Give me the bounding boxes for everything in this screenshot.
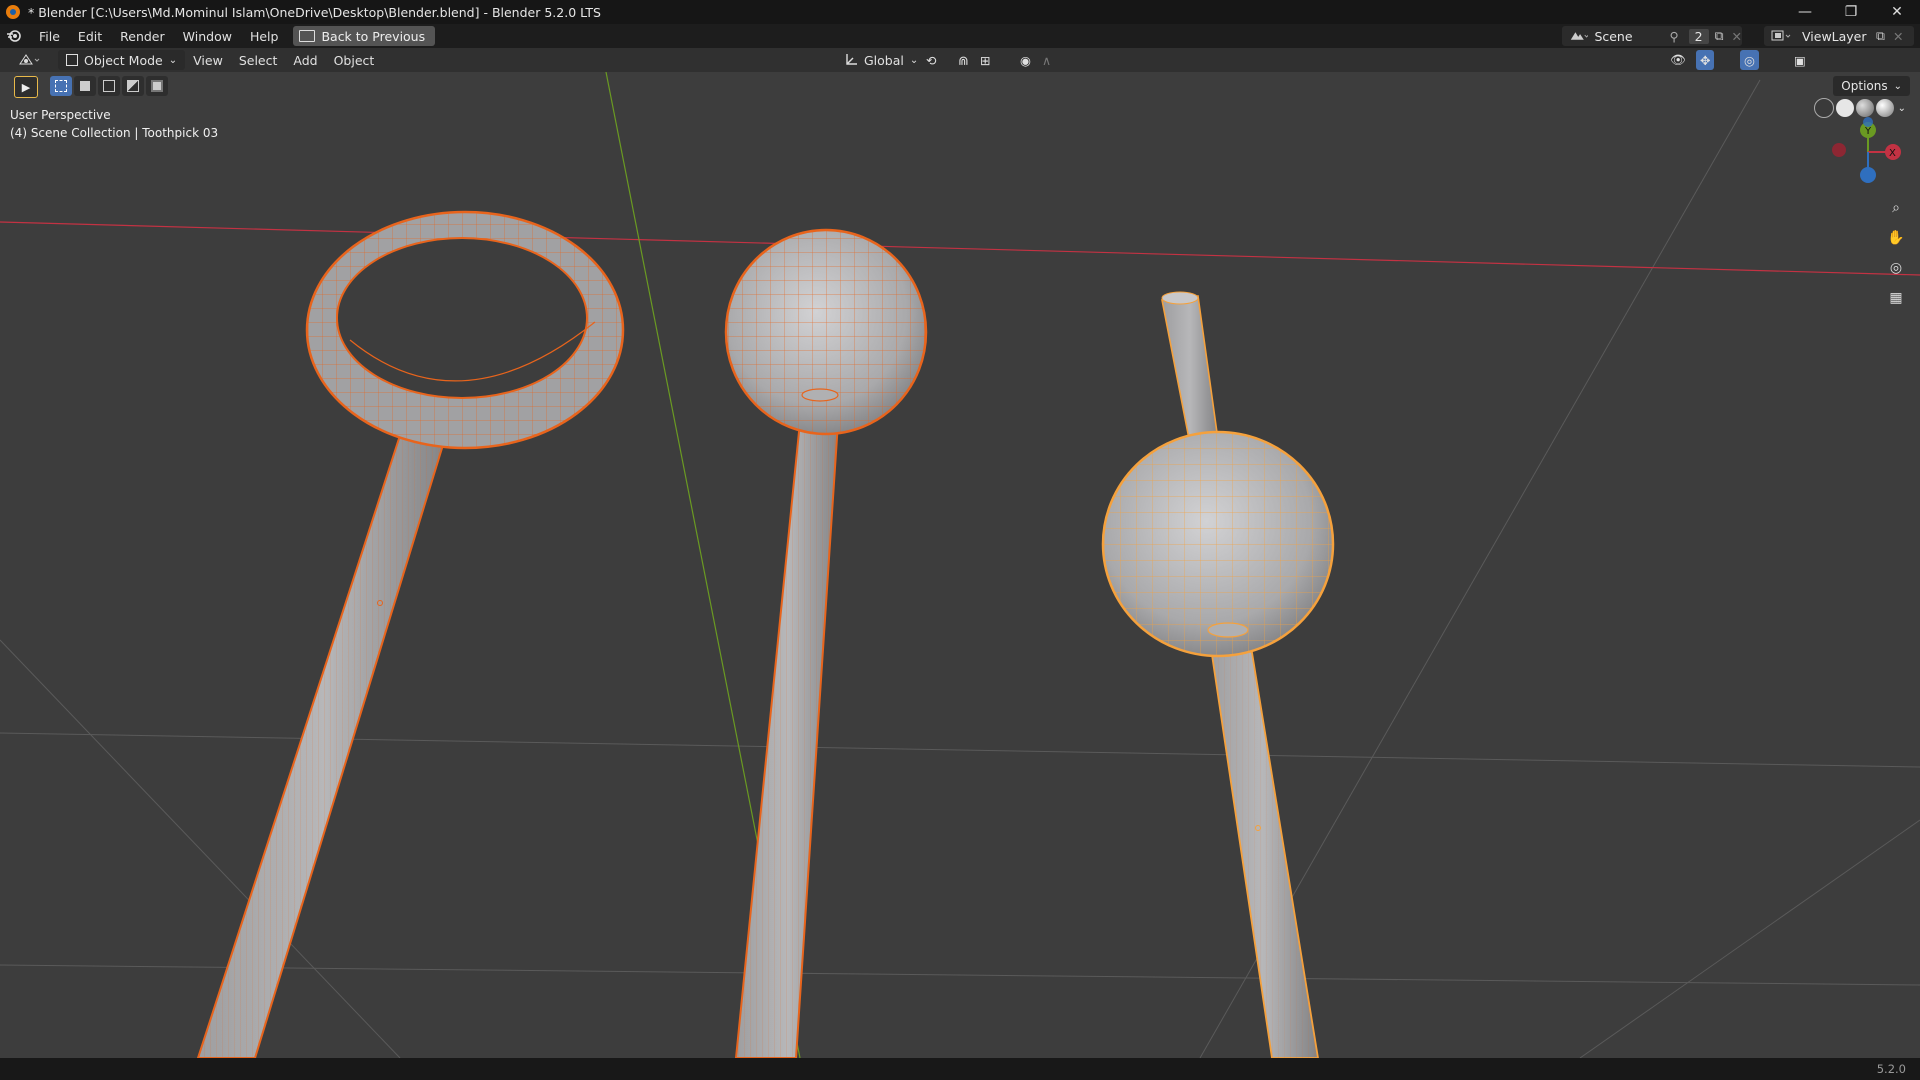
window-controls: — ❐ ✕ <box>1782 0 1920 24</box>
title-bar: * Blender [C:\Users\Md.Mominul Islam\One… <box>0 0 1920 24</box>
scene-count: 2 <box>1688 28 1709 44</box>
select-invert-icon[interactable] <box>122 76 144 96</box>
viewport-header: Object Mode ⌄ View Select Add Object Glo… <box>0 48 1920 118</box>
chevron-down-icon: ⌄ <box>909 54 919 66</box>
remove-viewlayer-icon[interactable]: ✕ <box>1893 29 1903 44</box>
scene-selector[interactable]: Scene ⚲ 2 ⧉ ✕ <box>1562 26 1742 46</box>
menu-window[interactable]: Window <box>174 25 241 47</box>
zoom-icon[interactable]: ⌕ <box>1884 196 1908 220</box>
transform-orientation-dropdown[interactable]: Global ⌄ <box>836 50 926 70</box>
chevron-down-icon: ⌄ <box>1893 80 1902 92</box>
new-viewlayer-icon[interactable]: ⧉ <box>1876 28 1885 44</box>
menu-object[interactable]: Object <box>326 50 383 70</box>
xray-toggle-icon[interactable]: ▣ <box>1786 50 1814 70</box>
menu-render[interactable]: Render <box>111 25 174 47</box>
pivot-point-icon[interactable]: ⟲ <box>918 50 944 70</box>
viewlayer-icon <box>1771 30 1791 41</box>
menu-help[interactable]: Help <box>241 25 288 47</box>
x-axis-line <box>0 221 1920 276</box>
active-collection-label: (4) Scene Collection | Toothpick 03 <box>10 126 219 140</box>
menu-file[interactable]: File <box>30 25 69 47</box>
object-mode-label: Object Mode <box>84 52 163 68</box>
options-label: Options <box>1841 79 1888 93</box>
view-perspective-label: User Perspective <box>10 108 111 122</box>
menu-view[interactable]: View <box>185 50 231 70</box>
orientation-icon <box>846 54 857 65</box>
select-subtract-icon[interactable] <box>98 76 120 96</box>
navigation-buttons: ⌕ ✋ ◎ ▦ <box>1884 196 1908 310</box>
camera-view-icon[interactable]: ◎ <box>1884 256 1908 280</box>
chevron-down-icon: ⌄ <box>168 54 178 66</box>
status-bar: 5.2.0 <box>0 1058 1920 1080</box>
select-new-icon[interactable] <box>50 76 72 96</box>
gizmo-z-top <box>1863 117 1873 127</box>
viewlayer-selector[interactable]: ViewLayer ⧉ ✕ <box>1764 26 1914 46</box>
close-button[interactable]: ✕ <box>1874 0 1920 24</box>
options-dropdown[interactable]: Options ⌄ <box>1833 76 1910 96</box>
object-mode-icon <box>66 54 78 66</box>
ball-toothpick-03 <box>1101 291 1335 1058</box>
scene-icon <box>1570 32 1589 40</box>
navigation-gizmo[interactable]: Y X <box>1830 112 1920 192</box>
maximize-button[interactable]: ❐ <box>1828 0 1874 24</box>
object-mode-dropdown[interactable]: Object Mode ⌄ <box>58 50 186 70</box>
menu-select[interactable]: Select <box>231 50 286 70</box>
orientation-label: Global <box>864 52 904 68</box>
selection-tools: ▶ <box>14 76 168 98</box>
overlay-toggle-icon[interactable]: ◎ <box>1740 50 1759 70</box>
remove-scene-icon[interactable]: ✕ <box>1732 29 1742 44</box>
new-scene-icon[interactable]: ⧉ <box>1715 28 1724 44</box>
viewlayer-name: ViewLayer <box>1802 28 1867 44</box>
scene-name: Scene <box>1594 28 1633 44</box>
minimize-button[interactable]: — <box>1782 0 1828 24</box>
select-intersect-icon[interactable] <box>146 76 168 96</box>
screen-icon <box>299 30 316 42</box>
pin-icon[interactable]: ⚲ <box>1669 29 1678 44</box>
gizmo-y-label: Y <box>1864 126 1872 137</box>
ring-handle-toothpick <box>196 210 625 1058</box>
gizmo-z-axis <box>1860 167 1876 183</box>
visibility-icon[interactable]: 👁 <box>1662 50 1694 70</box>
back-to-previous-label: Back to Previous <box>321 28 426 44</box>
3d-viewport-icon <box>19 54 40 65</box>
falloff-icon[interactable]: ∧ <box>1034 50 1059 70</box>
perspective-toggle-icon[interactable]: ▦ <box>1884 286 1908 310</box>
gizmo-x-label: X <box>1889 148 1896 159</box>
pan-hand-icon[interactable]: ✋ <box>1884 226 1908 250</box>
gizmo-toggle-icon[interactable]: ✥ <box>1696 50 1715 70</box>
blender-logo-icon <box>6 5 20 19</box>
select-cursor-icon[interactable]: ▶ <box>14 76 38 98</box>
snap-target-icon[interactable]: ⊞ <box>972 50 998 70</box>
gizmo-neg-x-axis <box>1832 143 1846 157</box>
blender-menu-icon[interactable] <box>4 26 24 46</box>
version-label: 5.2.0 <box>1876 1062 1906 1076</box>
select-extend-icon[interactable] <box>74 76 96 96</box>
menu-add[interactable]: Add <box>285 50 325 70</box>
menu-edit[interactable]: Edit <box>69 25 111 47</box>
ball-toothpick <box>724 228 928 1058</box>
window-title: * Blender [C:\Users\Md.Mominul Islam\One… <box>28 4 601 20</box>
back-to-previous-button[interactable]: Back to Previous <box>293 26 436 46</box>
3d-viewport[interactable] <box>0 72 1920 1058</box>
editor-type-button[interactable] <box>10 50 52 70</box>
